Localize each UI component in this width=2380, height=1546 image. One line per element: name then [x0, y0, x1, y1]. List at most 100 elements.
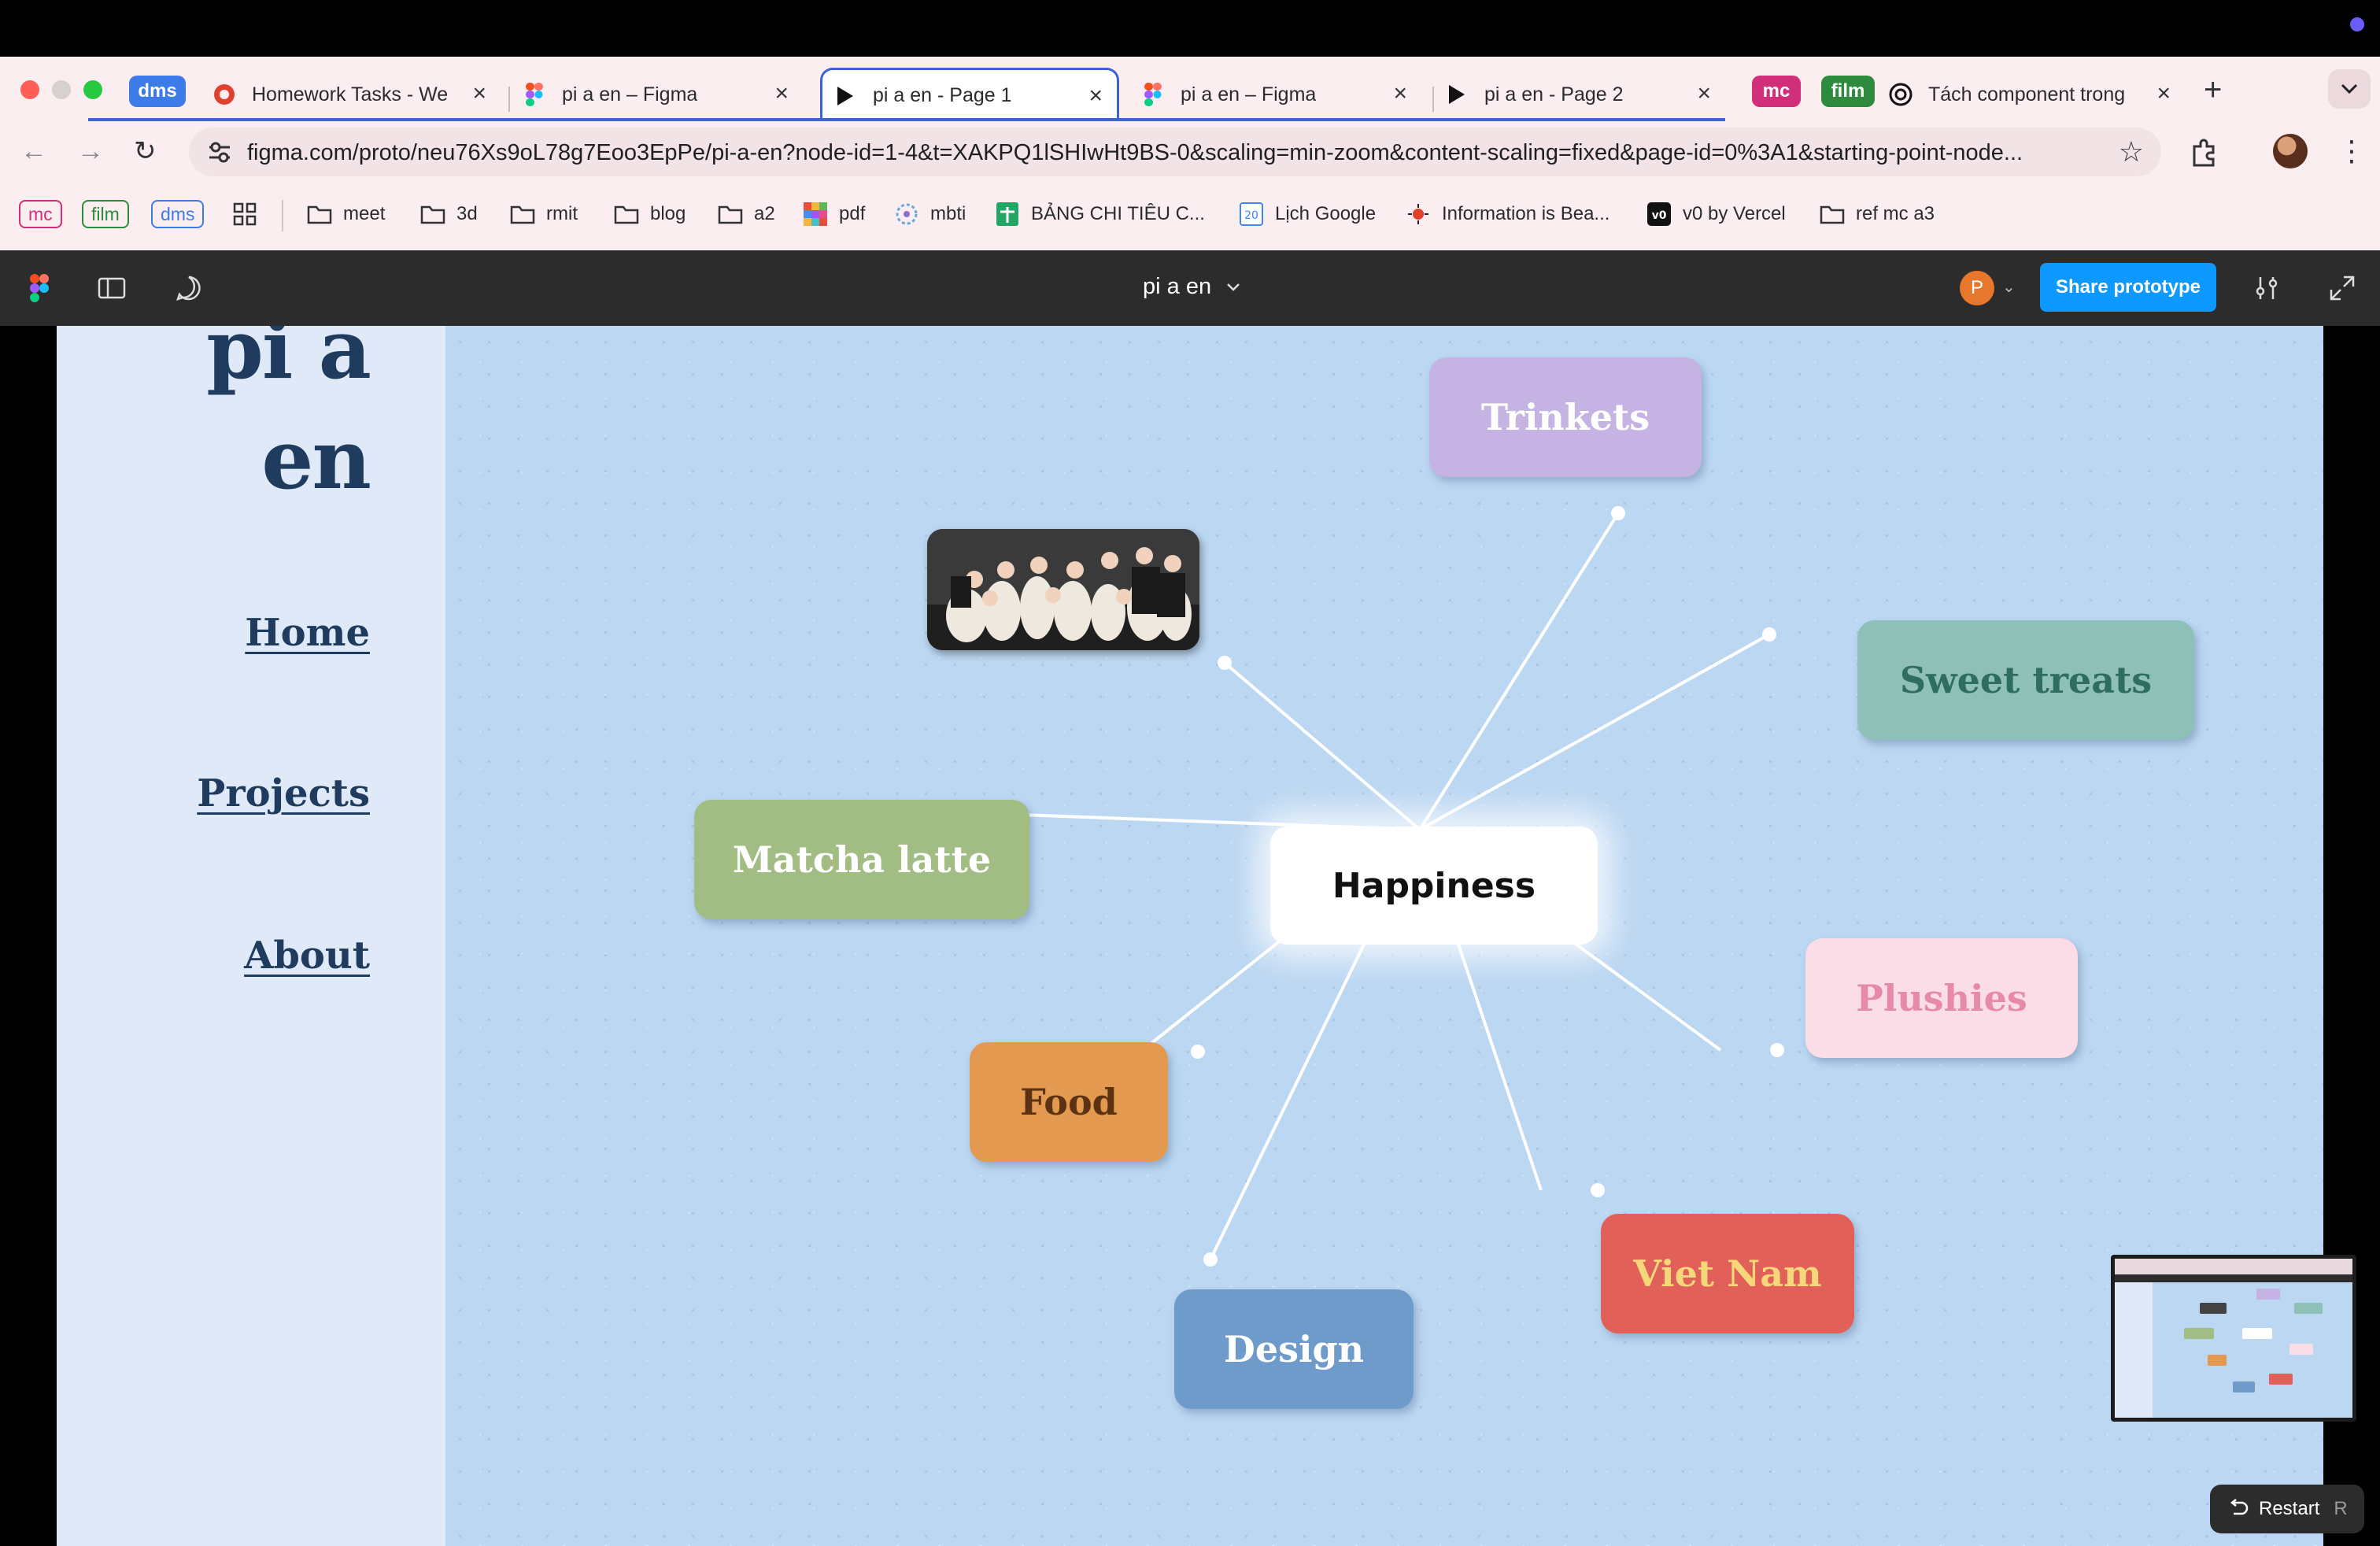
- bookmark-meet[interactable]: meet: [307, 198, 385, 230]
- bookmark-label: meet: [343, 203, 386, 224]
- folder-icon: [420, 202, 445, 227]
- bookmark-star-icon[interactable]: ☆: [2119, 135, 2144, 168]
- bookmark-label: rmit: [546, 203, 578, 224]
- expand-icon[interactable]: [2328, 274, 2356, 302]
- mbti-icon: [894, 202, 919, 227]
- mindmap-node-design[interactable]: Design: [1174, 1289, 1414, 1409]
- connector-line: [1223, 661, 1421, 831]
- close-tab-icon[interactable]: ×: [1393, 82, 1407, 105]
- bookmark-calendar[interactable]: 20 Lịch Google: [1239, 198, 1376, 230]
- tab-figma-2[interactable]: pi a en – Figma ×: [1141, 68, 1421, 121]
- bookmark-a2[interactable]: a2: [718, 198, 775, 230]
- tab-group-mc[interactable]: mc: [1752, 76, 1801, 107]
- mindmap-node-matcha-latte[interactable]: Matcha latte: [694, 800, 1029, 919]
- settings-sliders-icon[interactable]: [2252, 274, 2281, 302]
- bookmark-pill-film[interactable]: film: [82, 198, 129, 230]
- back-icon[interactable]: ←: [20, 132, 47, 170]
- nav-about-link[interactable]: About: [244, 934, 370, 978]
- share-prototype-button[interactable]: Share prototype: [2040, 263, 2216, 312]
- tab-title: pi a en – Figma: [1181, 83, 1317, 105]
- connector-dot: [1203, 1252, 1218, 1267]
- mindmap-node-sweet-treats[interactable]: Sweet treats: [1857, 620, 2194, 740]
- group-photo[interactable]: [927, 529, 1199, 650]
- bookmark-information[interactable]: Information is Bea...: [1406, 198, 1609, 230]
- tab-separator: [1432, 87, 1434, 112]
- nav-projects-link[interactable]: Projects: [197, 771, 370, 816]
- bookmark-label: ref mc a3: [1856, 203, 1935, 224]
- status-dot-icon: [2350, 17, 2364, 31]
- connector-dot: [1191, 1045, 1205, 1059]
- new-tab-icon[interactable]: +: [2204, 74, 2222, 105]
- calendar-icon: 20: [1239, 202, 1264, 227]
- bookmark-label: blog: [650, 203, 686, 224]
- tab-separator: [508, 87, 510, 112]
- close-tab-icon[interactable]: ×: [1697, 82, 1711, 105]
- address-bar[interactable]: figma.com/proto/neu76Xs9oL78g7Eoo3EpPe/p…: [189, 128, 2161, 176]
- forward-icon[interactable]: →: [77, 132, 104, 170]
- prototype-frame: pi a en Home Projects About Trinkets Swe…: [57, 326, 2323, 1546]
- close-tab-icon[interactable]: ×: [2156, 82, 2171, 105]
- more-menu-icon[interactable]: ⋮: [2338, 132, 2366, 170]
- chevron-down-icon[interactable]: ⌄: [2002, 277, 2016, 297]
- prototype-viewport: pi a en Home Projects About Trinkets Swe…: [0, 326, 2380, 1546]
- tab-title: pi a en – Figma: [562, 83, 698, 105]
- mindmap-node-plushies[interactable]: Plushies: [1805, 938, 2078, 1058]
- comment-icon[interactable]: [175, 274, 203, 302]
- browser-chrome: dms Homework Tasks - We × pi a en – Figm…: [0, 57, 2380, 250]
- folder-icon: [718, 202, 743, 227]
- site-settings-icon[interactable]: [206, 139, 233, 165]
- file-title-menu[interactable]: pi a en: [1143, 274, 1241, 300]
- bookmark-sheets[interactable]: BẢNG CHI TIÊU C...: [995, 198, 1205, 230]
- extensions-icon[interactable]: [2188, 137, 2219, 168]
- close-tab-icon[interactable]: ×: [1088, 84, 1103, 108]
- tab-openai[interactable]: Tách component trong ×: [1889, 68, 2185, 121]
- close-tab-icon[interactable]: ×: [774, 82, 789, 105]
- logo-line-2: en: [261, 411, 371, 508]
- reload-icon[interactable]: ↻: [134, 132, 157, 170]
- connector-dot: [1770, 1043, 1784, 1057]
- bookmark-label: 3d: [456, 203, 478, 224]
- apps-grid-icon[interactable]: [233, 198, 257, 230]
- bookmark-mbti[interactable]: mbti: [894, 198, 966, 230]
- bookmark-label: Lịch Google: [1275, 203, 1377, 224]
- mindmap-node-viet-nam[interactable]: Viet Nam: [1601, 1214, 1854, 1333]
- window-minimize-button[interactable]: [52, 80, 71, 99]
- user-avatar[interactable]: P: [1960, 271, 1994, 305]
- tab-search-button[interactable]: [2328, 69, 2371, 109]
- nav-home-link[interactable]: Home: [245, 611, 370, 655]
- tab-page-2[interactable]: pi a en - Page 2 ×: [1445, 68, 1725, 121]
- bookmark-pill-dms[interactable]: dms: [151, 198, 205, 230]
- url-text[interactable]: figma.com/proto/neu76Xs9oL78g7Eoo3EpPe/p…: [247, 140, 2081, 166]
- bookmark-3d[interactable]: 3d: [420, 198, 478, 230]
- sidebar-toggle-icon[interactable]: [98, 274, 126, 302]
- window-close-button[interactable]: [20, 80, 39, 99]
- tab-homework[interactable]: Homework Tasks - We ×: [213, 68, 501, 121]
- mindmap-node-food[interactable]: Food: [970, 1042, 1168, 1162]
- file-title: pi a en: [1143, 274, 1212, 299]
- mindmap-node-trinkets[interactable]: Trinkets: [1429, 357, 1702, 477]
- profile-avatar[interactable]: [2273, 134, 2308, 168]
- close-tab-icon[interactable]: ×: [472, 82, 486, 105]
- bookmark-v0[interactable]: v0 v0 by Vercel: [1646, 198, 1786, 230]
- tab-page-1[interactable]: pi a en - Page 1 ×: [820, 68, 1119, 121]
- bookmark-rmit[interactable]: rmit: [510, 198, 578, 230]
- tab-group-dms[interactable]: dms: [129, 76, 186, 107]
- restart-button[interactable]: Restart R: [2210, 1485, 2364, 1533]
- bookmark-ref-mc-a3[interactable]: ref mc a3: [1820, 198, 1935, 230]
- bookmark-pdf[interactable]: pdf: [803, 198, 865, 230]
- site-logo: pi a en: [206, 326, 371, 515]
- bookmark-pill-mc[interactable]: mc: [19, 198, 62, 230]
- restart-shortcut: R: [2334, 1498, 2348, 1519]
- window-zoom-button[interactable]: [83, 80, 102, 99]
- bookmark-label: Information is Bea...: [1442, 203, 1610, 224]
- mindmap-center-happiness[interactable]: Happiness: [1270, 827, 1598, 945]
- connector-dot: [1611, 506, 1625, 520]
- info-icon: [1406, 202, 1431, 227]
- tab-group-film[interactable]: film: [1821, 76, 1875, 107]
- bookmark-blog[interactable]: blog: [614, 198, 686, 230]
- tab-figma-1[interactable]: pi a en – Figma ×: [523, 68, 803, 121]
- minimap-thumbnail[interactable]: [2111, 1255, 2356, 1422]
- figma-logo-icon[interactable]: [25, 274, 54, 302]
- pdf-icon: [803, 202, 828, 227]
- tab-title: Homework Tasks - We: [252, 83, 449, 105]
